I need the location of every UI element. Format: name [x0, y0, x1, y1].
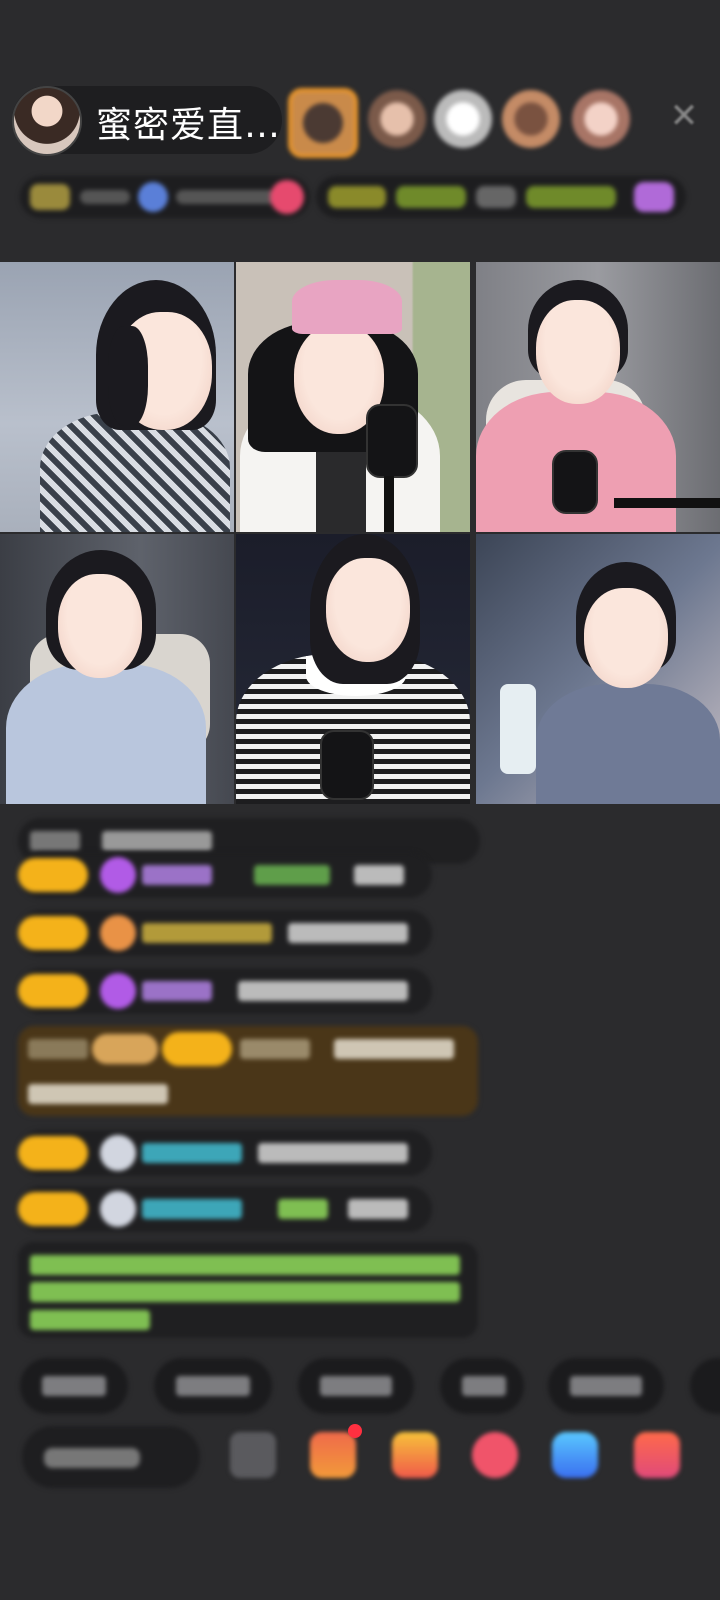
more-gift-icon[interactable]	[634, 1432, 680, 1478]
close-icon[interactable]: ✕	[664, 96, 704, 136]
chat-message[interactable]	[18, 910, 432, 956]
video-tile-guest-5[interactable]	[236, 534, 470, 804]
chat-message[interactable]	[18, 852, 432, 898]
top-viewer-avatar[interactable]	[288, 88, 358, 158]
host-avatar[interactable]	[12, 86, 82, 156]
share-icon[interactable]	[552, 1432, 598, 1478]
chat-system-notice	[18, 1242, 478, 1338]
chat-message-highlight[interactable]	[18, 1026, 478, 1116]
emoji-icon[interactable]	[230, 1432, 276, 1478]
viewer-avatar[interactable]	[434, 90, 492, 148]
video-tile-guest-4[interactable]	[0, 534, 234, 804]
chat-message[interactable]	[18, 1130, 432, 1176]
quick-reply-chip[interactable]	[690, 1358, 720, 1414]
quick-reply-chip[interactable]	[154, 1358, 272, 1414]
viewer-avatar[interactable]	[572, 90, 630, 148]
viewer-avatar[interactable]	[368, 90, 426, 148]
quick-reply-chip[interactable]	[548, 1358, 664, 1414]
chat-message[interactable]	[18, 968, 432, 1014]
chat-message[interactable]	[18, 1186, 432, 1232]
video-tile-guest-2[interactable]	[236, 262, 470, 532]
chat-input[interactable]	[22, 1426, 200, 1488]
quick-reply-chip[interactable]	[298, 1358, 414, 1414]
host-name[interactable]: 蜜密爱直…	[96, 96, 281, 148]
video-tile-guest-6[interactable]	[476, 534, 720, 804]
notification-dot	[348, 1424, 362, 1438]
video-tile-guest-3[interactable]	[476, 262, 720, 532]
quick-reply-chip[interactable]	[440, 1358, 524, 1414]
quick-reply-chip[interactable]	[20, 1358, 128, 1414]
host-stats-bar[interactable]	[20, 176, 310, 218]
red-envelope-icon[interactable]	[472, 1432, 518, 1478]
tag-bar[interactable]	[316, 176, 686, 218]
gift-box-icon[interactable]	[310, 1432, 356, 1478]
viewer-avatar[interactable]	[502, 90, 560, 148]
gift-bag-icon[interactable]	[392, 1432, 438, 1478]
video-tile-guest-1[interactable]	[0, 262, 234, 532]
